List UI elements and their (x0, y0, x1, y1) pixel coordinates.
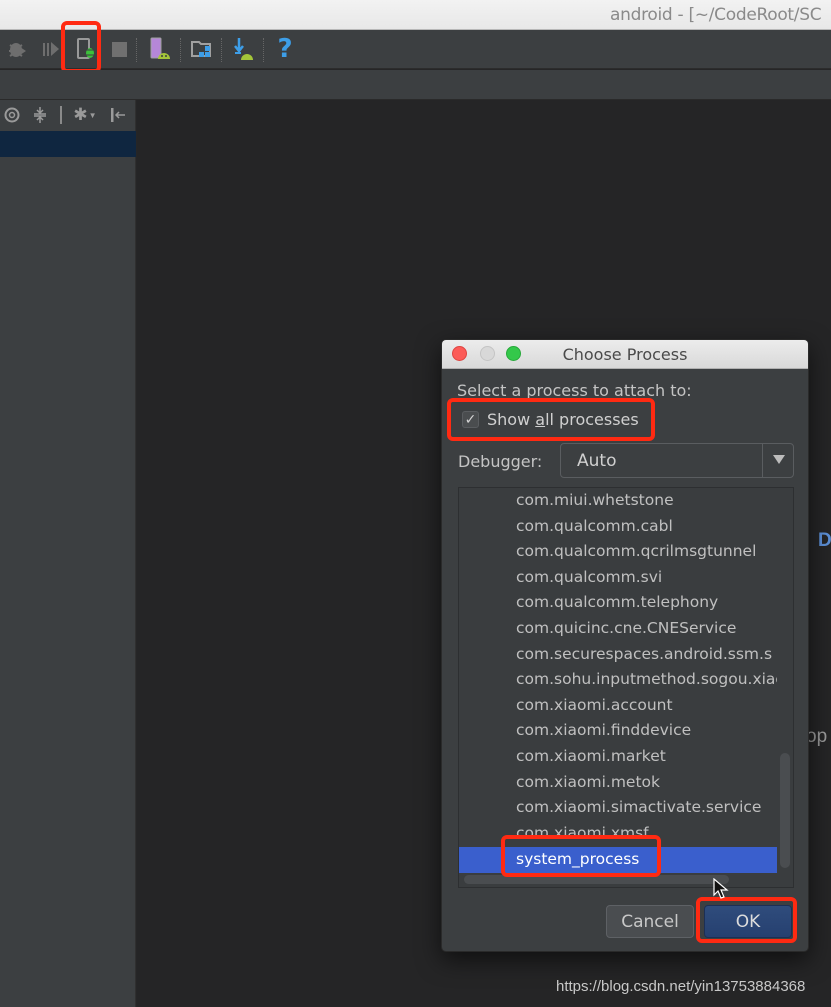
main-toolbar: ? (0, 30, 831, 69)
process-item[interactable]: com.sohu.inputmethod.sogou.xiao (459, 667, 777, 693)
dialog-titlebar: Choose Process (442, 340, 808, 369)
process-item[interactable]: com.qualcomm.svi (459, 565, 777, 591)
show-all-processes-checkbox[interactable]: ✓ Show all processes (462, 410, 639, 429)
choose-process-dialog: Choose Process Select a process to attac… (441, 339, 809, 952)
process-item[interactable]: com.xiaomi.market (459, 744, 777, 770)
window-title: android - [~/CodeRoot/SC (610, 5, 822, 25)
collapse-icon[interactable] (31, 105, 49, 125)
dialog-prompt: Select a process to attach to: (457, 381, 692, 400)
navigation-bar (0, 70, 831, 100)
stop-icon[interactable] (106, 36, 132, 62)
process-item[interactable]: com.qualcomm.telephony (459, 590, 777, 616)
dialog-title: Choose Process (562, 345, 688, 364)
ide-window: android - [~/CodeRoot/SC ? ✱ ▼ D op Choo… (0, 0, 831, 1007)
mouse-cursor-icon (713, 877, 729, 905)
process-item[interactable]: com.xiaomi.metok (459, 770, 777, 796)
window-titlebar: android - [~/CodeRoot/SC (0, 0, 831, 30)
show-all-label: Show all processes (487, 410, 639, 429)
horizontal-scrollbar[interactable] (464, 875, 729, 884)
target-icon[interactable] (3, 105, 21, 125)
debugger-select[interactable]: Auto (560, 443, 794, 478)
process-list[interactable]: system_process com.xiaomi.xmsf com.xiaomi.… (458, 487, 794, 888)
process-item[interactable]: com.qualcomm.cabl (459, 514, 777, 540)
process-item[interactable]: com.xiaomi.account (459, 693, 777, 719)
editor-edge-text: D (818, 530, 831, 551)
process-item[interactable]: com.securespaces.android.ssm.s (459, 642, 777, 668)
hide-icon[interactable] (108, 105, 128, 125)
debug-icon[interactable] (4, 36, 30, 62)
resume-icon[interactable] (38, 36, 64, 62)
project-panel: ✱ ▼ (0, 100, 136, 1007)
toolbar-divider (60, 106, 62, 124)
gear-icon[interactable]: ✱ ▼ (70, 105, 100, 125)
editor-edge-text: op (806, 726, 828, 747)
process-item[interactable]: com.xiaomi.xmsf (459, 821, 777, 847)
cancel-button[interactable]: Cancel (606, 905, 694, 938)
process-item[interactable]: com.xiaomi.simactivate.service (459, 795, 777, 821)
vertical-scrollbar[interactable] (780, 753, 790, 868)
checkbox-checked-icon[interactable]: ✓ (462, 411, 479, 428)
debugger-label: Debugger: (458, 452, 543, 471)
project-tree-selected-row[interactable] (0, 131, 136, 157)
process-item[interactable]: com.qualcomm.qcrilmsgtunnel (459, 539, 777, 565)
sdk-manager-icon[interactable] (230, 36, 256, 62)
process-item[interactable]: com.xiaomi.finddevice (459, 718, 777, 744)
process-item-selected[interactable]: system_process (459, 847, 777, 873)
chevron-down-icon[interactable] (773, 455, 785, 464)
process-item[interactable]: com.quicinc.cne.CNEService (459, 616, 777, 642)
avd-manager-icon[interactable] (147, 36, 173, 62)
ok-button[interactable]: OK (704, 905, 792, 938)
watermark: https://blog.csdn.net/yin13753884368 (556, 978, 806, 995)
attach-debugger-icon[interactable] (73, 36, 99, 62)
process-item[interactable]: com.miui.whetstone (459, 488, 777, 514)
project-panel-toolbar: ✱ ▼ (0, 100, 136, 130)
help-icon[interactable]: ? (272, 34, 298, 64)
project-structure-icon[interactable] (189, 36, 215, 62)
debugger-value: Auto (577, 451, 617, 471)
